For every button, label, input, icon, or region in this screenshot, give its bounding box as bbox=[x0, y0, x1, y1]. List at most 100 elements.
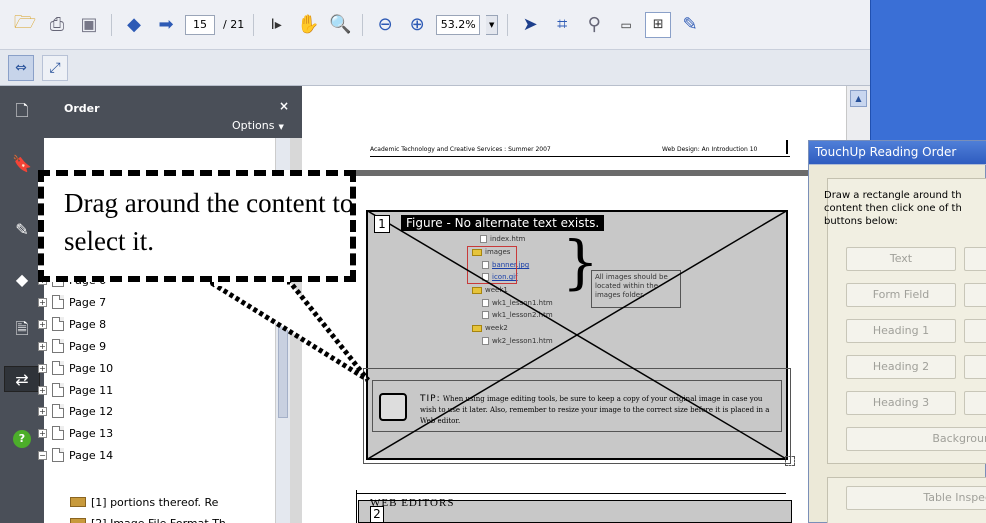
header-rule bbox=[370, 156, 790, 157]
zoom-tool-icon[interactable]: 🔍 bbox=[327, 12, 353, 38]
section-rule-vertical bbox=[356, 490, 357, 523]
page-icon bbox=[52, 404, 64, 418]
callout-text: Drag around the content to select it. bbox=[64, 188, 354, 256]
tree-page-item[interactable]: + Page 13 bbox=[38, 423, 113, 443]
collapse-icon[interactable]: − bbox=[38, 450, 47, 460]
tree-tag-item[interactable]: [1] portions thereof. Re bbox=[70, 492, 218, 512]
arrow-left-icon[interactable]: ◆ bbox=[121, 12, 147, 38]
dialog-button-partial[interactable] bbox=[964, 319, 986, 343]
dialog-button-partial[interactable] bbox=[964, 355, 986, 379]
dialog-button-partial[interactable] bbox=[964, 391, 986, 415]
toolbar-separator bbox=[253, 13, 255, 36]
hand-tool-icon[interactable]: ✋ bbox=[295, 12, 321, 38]
background-button[interactable]: Backgroun bbox=[846, 427, 986, 451]
page-total-label: / 21 bbox=[223, 18, 245, 31]
dialog-instructions: Draw a rectangle around th content then … bbox=[824, 190, 962, 227]
figure-label: Figure - No alternate text exists. bbox=[401, 215, 605, 231]
page-icon bbox=[52, 448, 64, 462]
text-button[interactable]: Text bbox=[846, 247, 956, 271]
page-header-right: Web Design: An Introduction 10 bbox=[662, 146, 758, 153]
tree-page-label: Page 11 bbox=[69, 383, 114, 397]
tree-page-item[interactable]: + Page 10 bbox=[38, 358, 113, 378]
scroll-up-icon[interactable]: ▲ bbox=[850, 90, 867, 107]
chevron-down-icon: ▼ bbox=[278, 123, 284, 131]
form-field-button[interactable]: Form Field bbox=[846, 283, 956, 307]
zoom-out-icon[interactable]: ⊖ bbox=[372, 12, 398, 38]
expand-icon[interactable]: + bbox=[38, 385, 47, 395]
tree-page-label: Page 12 bbox=[69, 404, 114, 418]
tree-tag-label: [2] Image File Format Th bbox=[91, 516, 226, 523]
expand-icon[interactable]: + bbox=[38, 406, 47, 416]
crop-tool-icon[interactable]: ⌗ bbox=[549, 12, 575, 38]
expand-icon[interactable]: + bbox=[38, 341, 47, 351]
main-toolbar: 🗁 ⎙ ▣ ◆ ➡ 15 / 21 I▸ ✋ 🔍 ⊖ ⊕ 53.2% ▼ ➤ ⌗… bbox=[0, 0, 870, 50]
pages-icon[interactable]: 🗋 bbox=[9, 100, 35, 126]
options-menu[interactable]: Options ▼ bbox=[232, 119, 284, 136]
secondary-toolbar: ⇔ ⤢ bbox=[0, 50, 870, 86]
heading-2-button[interactable]: Heading 2 bbox=[846, 355, 956, 379]
select-object-icon[interactable]: ➤ bbox=[517, 12, 543, 38]
save-icon[interactable]: ▣ bbox=[76, 12, 102, 38]
expand-icon[interactable]: + bbox=[38, 319, 47, 329]
folder-open-icon[interactable]: 🗁 bbox=[12, 12, 38, 38]
page-header-left: Academic Technology and Creative Service… bbox=[370, 146, 551, 153]
figure-number: 1 bbox=[374, 215, 390, 233]
page-icon bbox=[52, 295, 64, 309]
fit-width-icon[interactable]: ⇔ bbox=[8, 54, 34, 81]
printer-icon[interactable]: ⎙ bbox=[44, 12, 70, 38]
tree-page-item[interactable]: + Page 7 bbox=[38, 292, 106, 312]
tree-page-item[interactable]: + Page 9 bbox=[38, 336, 106, 356]
options-label: Options bbox=[232, 119, 275, 132]
page-icon bbox=[52, 383, 64, 397]
tree-page-item[interactable]: + Page 12 bbox=[38, 401, 113, 421]
panel-header: Order × Options ▼ bbox=[44, 86, 302, 138]
help-icon[interactable]: ? bbox=[9, 426, 35, 452]
toolbar-separator bbox=[362, 13, 364, 36]
page-icon bbox=[52, 317, 64, 331]
heading-1-button[interactable]: Heading 1 bbox=[846, 319, 956, 343]
tree-page-label: Page 14 bbox=[69, 448, 114, 462]
dialog-button-partial[interactable] bbox=[964, 283, 986, 307]
dialog-button-partial[interactable] bbox=[964, 247, 986, 271]
tree-page-item[interactable]: − Page 14 bbox=[38, 445, 113, 465]
expand-icon[interactable]: + bbox=[38, 428, 47, 438]
resize-handle[interactable] bbox=[785, 456, 795, 466]
touchup-object-icon[interactable]: ✎ bbox=[677, 12, 703, 38]
figure-cross-marker bbox=[366, 210, 788, 460]
header-marker bbox=[786, 140, 788, 154]
close-icon[interactable]: × bbox=[279, 99, 289, 113]
touchup-reading-order-icon[interactable]: ⊞ bbox=[645, 11, 672, 38]
heading-3-button[interactable]: Heading 3 bbox=[846, 391, 956, 415]
tree-tag-label: [1] portions thereof. Re bbox=[91, 495, 219, 509]
page-number-input[interactable]: 15 bbox=[185, 14, 215, 35]
zoom-level-input[interactable]: 53.2% bbox=[436, 14, 481, 35]
tree-tag-item[interactable]: [2] Image File Format Th bbox=[70, 513, 226, 523]
tags-icon[interactable]: ◆ bbox=[9, 266, 35, 292]
table-inspector-button[interactable]: Table Inspec bbox=[846, 486, 986, 510]
chevron-down-icon[interactable]: ▼ bbox=[486, 14, 499, 35]
tree-page-item[interactable]: + Page 8 bbox=[38, 314, 106, 334]
select-text-icon[interactable]: I▸ bbox=[263, 12, 289, 38]
expand-icon[interactable]: + bbox=[38, 297, 47, 307]
text-field-icon[interactable]: ▭ bbox=[613, 12, 639, 38]
tree-page-label: Page 8 bbox=[69, 317, 107, 331]
section2-number: 2 bbox=[370, 506, 384, 523]
tree-page-label: Page 10 bbox=[69, 361, 114, 375]
bookmarks-icon[interactable]: 🔖 bbox=[9, 150, 35, 176]
tree-page-item[interactable]: + Page 11 bbox=[38, 380, 113, 400]
panel-title: Order bbox=[64, 102, 100, 115]
content-icon[interactable]: 🗎 bbox=[9, 318, 35, 344]
signatures-icon[interactable]: ✎ bbox=[9, 216, 35, 242]
fit-page-icon[interactable]: ⤢ bbox=[42, 54, 68, 81]
scrollbar-thumb[interactable] bbox=[278, 288, 288, 418]
expand-icon[interactable]: + bbox=[38, 363, 47, 373]
tree-page-label: Page 9 bbox=[69, 339, 107, 353]
page-icon bbox=[52, 361, 64, 375]
toolbar-separator bbox=[507, 13, 509, 36]
order-icon[interactable]: ⇄ bbox=[4, 366, 40, 392]
tag-icon bbox=[70, 497, 86, 507]
arrow-right-icon[interactable]: ➡ bbox=[153, 12, 179, 38]
tree-page-label: Page 7 bbox=[69, 295, 107, 309]
link-tool-icon[interactable]: ⚲ bbox=[581, 12, 607, 38]
zoom-in-icon[interactable]: ⊕ bbox=[404, 12, 430, 38]
